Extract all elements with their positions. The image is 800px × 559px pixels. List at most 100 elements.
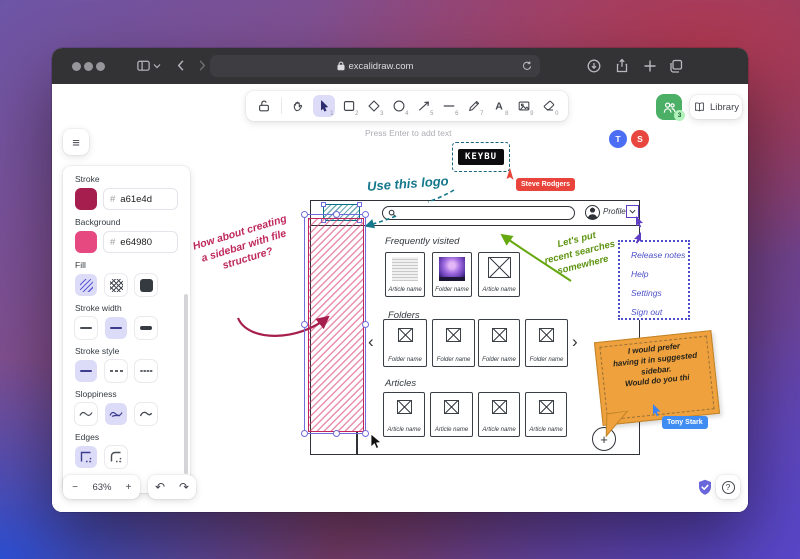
minimize-window-icon[interactable] bbox=[84, 62, 93, 71]
collaborator-avatar-s[interactable]: S bbox=[631, 130, 649, 148]
purple-cursor-icon bbox=[635, 216, 645, 228]
selection-handle[interactable] bbox=[333, 211, 340, 218]
selection-handle[interactable] bbox=[362, 211, 369, 218]
selection-handle[interactable] bbox=[301, 430, 308, 437]
tool-draw[interactable]: 7 bbox=[463, 95, 485, 117]
share-icon[interactable] bbox=[614, 58, 630, 74]
stroke-style-dashed-button[interactable] bbox=[105, 360, 127, 382]
zoom-level[interactable]: 63% bbox=[87, 475, 117, 499]
tool-hand[interactable] bbox=[288, 95, 310, 117]
stroke-style-dotted-button[interactable] bbox=[135, 360, 157, 382]
stroke-width-bold-button[interactable] bbox=[105, 317, 127, 339]
panel-scrollbar[interactable] bbox=[184, 294, 188, 474]
tool-diamond[interactable]: 3 bbox=[363, 95, 385, 117]
history-controls: ↶ ↷ bbox=[148, 475, 196, 499]
tool-ellipse[interactable]: 4 bbox=[388, 95, 410, 117]
wireframe-dropdown-menu[interactable]: Release notes Help Settings Sign out bbox=[618, 240, 690, 320]
stroke-style-solid-button[interactable] bbox=[75, 360, 97, 382]
new-tab-icon[interactable] bbox=[642, 58, 658, 74]
reload-icon[interactable] bbox=[521, 60, 533, 72]
help-button[interactable]: ? bbox=[716, 475, 740, 499]
fill-hachure-button[interactable] bbox=[75, 274, 97, 296]
wireframe-card[interactable]: Article name bbox=[383, 392, 425, 437]
dashed-stroke-icon bbox=[110, 369, 123, 373]
sloppiness-artist-button[interactable] bbox=[105, 403, 127, 425]
wireframe-card[interactable]: Folder name bbox=[525, 319, 568, 367]
carousel-right-icon[interactable]: › bbox=[572, 332, 578, 352]
stroke-color-swatch[interactable] bbox=[75, 188, 97, 210]
tool-selection[interactable]: 1 bbox=[313, 95, 335, 117]
traffic-lights[interactable] bbox=[72, 62, 105, 71]
tool-rectangle[interactable]: 2 bbox=[338, 95, 360, 117]
tool-text[interactable]: A 8 bbox=[488, 95, 510, 117]
downloads-icon[interactable] bbox=[586, 58, 602, 74]
edges-sharp-button[interactable] bbox=[75, 446, 97, 468]
sidebar-chevron-icon[interactable] bbox=[153, 63, 161, 69]
menu-item[interactable]: Help bbox=[631, 269, 688, 279]
edges-round-button[interactable] bbox=[105, 446, 127, 468]
selection-handle[interactable] bbox=[301, 321, 308, 328]
stroke-width-thin-button[interactable] bbox=[75, 317, 97, 339]
background-hex-field[interactable]: # bbox=[103, 231, 178, 253]
forward-icon[interactable] bbox=[194, 58, 209, 73]
fill-crosshatch-button[interactable] bbox=[105, 274, 127, 296]
tool-arrow[interactable]: 5 bbox=[413, 95, 435, 117]
selection-handle[interactable] bbox=[333, 430, 340, 437]
tool-lock[interactable] bbox=[253, 95, 275, 117]
sidebar-annotation[interactable]: How about creating a sidebar with file s… bbox=[190, 212, 298, 280]
keybu-logo-text: KEYBU bbox=[458, 149, 504, 165]
use-this-logo-note[interactable]: Use this logo bbox=[367, 173, 449, 194]
selection-handle[interactable] bbox=[301, 211, 308, 218]
wireframe-card[interactable]: Article name bbox=[525, 392, 567, 437]
url-bar[interactable]: excalidraw.com bbox=[210, 55, 540, 77]
wireframe-card[interactable]: Article name bbox=[430, 392, 473, 437]
wireframe-card[interactable]: Folder name bbox=[383, 319, 427, 367]
wireframe-card[interactable]: Article name bbox=[478, 392, 520, 437]
stroke-hex-field[interactable]: # bbox=[103, 188, 178, 210]
tool-line[interactable]: 6 bbox=[438, 95, 460, 117]
menu-item[interactable]: Release notes bbox=[631, 250, 688, 260]
sloppiness-cartoonist-button[interactable] bbox=[135, 403, 157, 425]
selection-handle[interactable] bbox=[362, 321, 369, 328]
section-articles[interactable]: Articles bbox=[385, 378, 416, 389]
profile-label[interactable]: Profile bbox=[603, 207, 626, 216]
section-frequently-visited[interactable]: Frequently visited bbox=[385, 236, 459, 247]
sidebar-toggle-icon[interactable] bbox=[136, 58, 151, 73]
main-menu-button[interactable]: ≡ bbox=[63, 129, 89, 155]
zoom-out-button[interactable]: − bbox=[63, 475, 87, 499]
wireframe-card[interactable]: Folder name bbox=[432, 319, 475, 367]
keybu-logo-frame[interactable]: KEYBU bbox=[452, 142, 510, 172]
wireframe-card[interactable]: Article name bbox=[478, 252, 520, 297]
carousel-left-icon[interactable]: ‹ bbox=[368, 332, 374, 352]
undo-button[interactable]: ↶ bbox=[148, 475, 172, 499]
wireframe-card[interactable]: Folder name bbox=[432, 252, 472, 297]
redo-button[interactable]: ↷ bbox=[172, 475, 196, 499]
url-lock-icon bbox=[337, 61, 345, 71]
zoom-in-button[interactable]: + bbox=[117, 475, 140, 499]
background-color-swatch[interactable] bbox=[75, 231, 97, 253]
collaborator-avatar-t[interactable]: T bbox=[609, 130, 627, 148]
fill-solid-button[interactable] bbox=[135, 274, 157, 296]
stroke-width-extrabold-button[interactable] bbox=[135, 317, 157, 339]
stroke-hex-input[interactable] bbox=[120, 194, 172, 205]
question-icon: ? bbox=[722, 481, 735, 494]
wireframe-card[interactable]: Article name bbox=[385, 252, 425, 297]
menu-item[interactable]: Sign out bbox=[631, 307, 688, 317]
arrow-icon bbox=[417, 99, 431, 113]
selection-handle[interactable] bbox=[362, 430, 369, 437]
menu-item[interactable]: Settings bbox=[631, 288, 688, 298]
edges-label: Edges bbox=[75, 432, 178, 442]
tab-overview-icon[interactable] bbox=[668, 58, 684, 74]
wireframe-card[interactable]: Folder name bbox=[478, 319, 520, 367]
library-button[interactable]: Library bbox=[690, 95, 742, 119]
sloppiness-architect-button[interactable] bbox=[75, 403, 97, 425]
profile-avatar-icon[interactable] bbox=[585, 205, 600, 220]
zoom-window-icon[interactable] bbox=[96, 62, 105, 71]
background-hex-input[interactable] bbox=[120, 237, 172, 248]
wireframe-search-bar[interactable] bbox=[382, 206, 575, 220]
tool-eraser[interactable]: 0 bbox=[538, 95, 560, 117]
close-window-icon[interactable] bbox=[72, 62, 81, 71]
back-icon[interactable] bbox=[174, 58, 189, 73]
sharp-edge-icon bbox=[80, 451, 92, 463]
tool-image[interactable]: 9 bbox=[513, 95, 535, 117]
